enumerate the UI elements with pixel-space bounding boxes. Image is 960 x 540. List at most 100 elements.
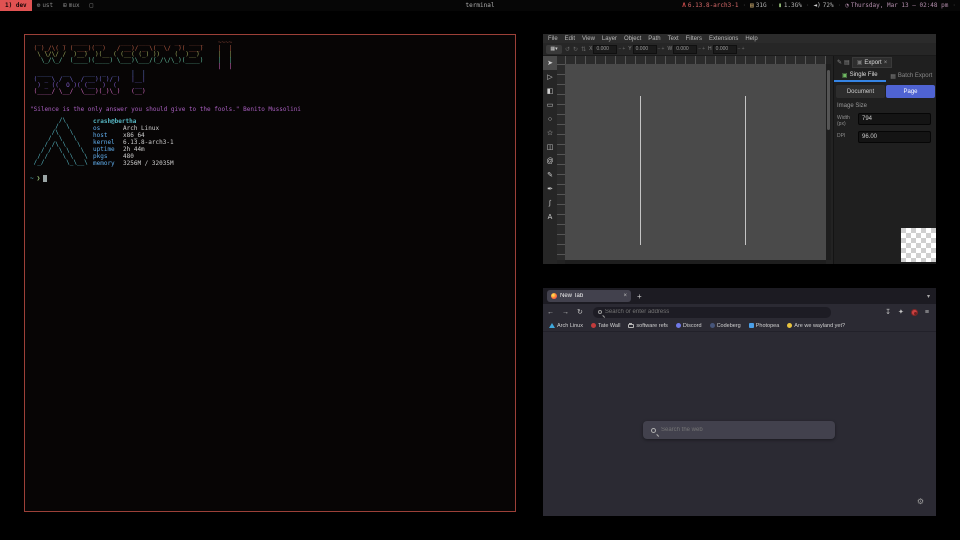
- stepper-plus[interactable]: +: [742, 46, 745, 52]
- bookmark-are-we-wayland-yet[interactable]: Are we wayland yet?: [787, 323, 845, 329]
- y-input[interactable]: 0.000: [633, 45, 657, 54]
- page-button[interactable]: Page: [886, 85, 935, 98]
- star-tool[interactable]: ☆: [543, 126, 557, 140]
- export-panel: ✎ ▤ ▣ Export × ▣ Single File ▦ Ba: [833, 56, 936, 264]
- shape-builder-tool[interactable]: ◧: [543, 84, 557, 98]
- selector-options-button[interactable]: ▦▾: [546, 45, 562, 54]
- stepper-minus[interactable]: −: [698, 46, 701, 52]
- menu-object[interactable]: Object: [621, 36, 644, 42]
- layers-icon[interactable]: ▤: [844, 59, 850, 66]
- inkscape-window[interactable]: File Edit View Layer Object Path Text Fi…: [543, 34, 936, 264]
- node-tool[interactable]: ▷: [543, 70, 557, 84]
- fetch-label: kernel: [93, 139, 123, 146]
- clock-module: ◔ Thursday, Mar 13 — 02:48 pm: [845, 2, 948, 9]
- stepper-plus[interactable]: +: [662, 46, 665, 52]
- menu-path[interactable]: Path: [645, 36, 663, 42]
- stepper-minus[interactable]: −: [738, 46, 741, 52]
- active-tab[interactable]: New Tab ×: [547, 290, 631, 302]
- bookmark-label: software refs: [636, 323, 667, 329]
- forward-button[interactable]: →: [558, 309, 573, 316]
- vertical-scrollbar[interactable]: [826, 64, 831, 260]
- width-row: Width (px) 794: [834, 113, 937, 127]
- gear-icon[interactable]: ⚙: [917, 497, 924, 506]
- x-input[interactable]: 0.000: [593, 45, 617, 54]
- rotate-cw-icon[interactable]: ↻: [573, 46, 578, 53]
- close-tab-icon[interactable]: ×: [623, 293, 627, 299]
- web-search-input[interactable]: [661, 427, 827, 433]
- vertical-ruler: [557, 64, 565, 260]
- scrollbar-thumb[interactable]: [827, 70, 830, 130]
- menu-view[interactable]: View: [579, 36, 598, 42]
- menu-help[interactable]: Help: [742, 36, 760, 42]
- w-field: W 0.000 − +: [667, 45, 705, 54]
- ellipse-tool[interactable]: ○: [543, 112, 557, 126]
- bookmark-photopea[interactable]: Photopea: [749, 323, 780, 329]
- address-input[interactable]: [605, 309, 826, 315]
- rotate-ccw-icon[interactable]: ↺: [565, 46, 570, 53]
- extension-icon[interactable]: ✦: [898, 308, 904, 316]
- bookmark-folder-software-refs[interactable]: software refs: [628, 323, 667, 329]
- box3d-tool[interactable]: ◫: [543, 140, 557, 154]
- stepper-plus[interactable]: +: [702, 46, 705, 52]
- rectangle-tool[interactable]: ▭: [543, 98, 557, 112]
- list-tabs-chevron-icon[interactable]: ▾: [927, 293, 930, 300]
- menu-filters[interactable]: Filters: [683, 36, 705, 42]
- volume-module[interactable]: ◄) 72%: [814, 2, 834, 9]
- separator: ·: [742, 2, 746, 9]
- ascii-art-back: ____ __ ___ _ _ | | ( _ \ / \ / __)( )/ …: [30, 71, 146, 95]
- url-bar[interactable]: [593, 307, 831, 318]
- shell-prompt[interactable]: ~ ❯: [30, 175, 47, 182]
- close-icon[interactable]: ×: [884, 60, 888, 66]
- menu-text[interactable]: Text: [665, 36, 682, 42]
- export-dpi-input[interactable]: 96.00: [858, 131, 931, 143]
- pen-tool[interactable]: ✒: [543, 182, 557, 196]
- menu-edit[interactable]: Edit: [562, 36, 578, 42]
- batch-export-tab[interactable]: ▦ Batch Export: [886, 70, 938, 82]
- terminal-window[interactable]: _ _ ____ __ ___ ___ __ __ ____ ~~~~ ( )_…: [24, 34, 516, 512]
- horizontal-scrollbar[interactable]: [565, 260, 826, 264]
- stepper-minus[interactable]: −: [658, 46, 661, 52]
- bookmark-label: Are we wayland yet?: [794, 323, 845, 329]
- workspace-mux[interactable]: ⊞ mux: [58, 0, 84, 11]
- width-input[interactable]: 0.000: [673, 45, 697, 54]
- export-tab[interactable]: ▣ Export ×: [852, 57, 893, 68]
- user-host: crash@bertha: [93, 118, 174, 125]
- workspace-ust[interactable]: ⚙ ust: [32, 0, 58, 11]
- new-tab-button[interactable]: +: [637, 292, 642, 301]
- calligraphy-tool[interactable]: ∫: [543, 196, 557, 210]
- panel-tab-row: ✎ ▤ ▣ Export ×: [834, 56, 937, 69]
- stepper-minus[interactable]: −: [618, 46, 621, 52]
- square-icon: □: [90, 2, 94, 9]
- reload-button[interactable]: ↻: [573, 308, 587, 316]
- document-button[interactable]: Document: [836, 85, 885, 98]
- pencil-tool[interactable]: ✎: [543, 168, 557, 182]
- menu-icon[interactable]: ≡: [925, 309, 929, 316]
- text-tool[interactable]: A: [543, 210, 557, 224]
- stepper-plus[interactable]: +: [622, 46, 625, 52]
- bookmark-discord[interactable]: Discord: [676, 323, 702, 329]
- menu-extensions[interactable]: Extensions: [706, 36, 741, 42]
- workspace-dev[interactable]: 1) dev: [0, 0, 32, 11]
- single-file-tab[interactable]: ▣ Single File: [834, 70, 886, 82]
- pencil-icon[interactable]: ✎: [837, 59, 842, 66]
- browser-window[interactable]: New Tab × + ▾ ← → ↻ ↧ ✦ ≡ Arch L: [543, 288, 936, 516]
- favicon: [676, 323, 681, 328]
- height-input[interactable]: 0.000: [713, 45, 737, 54]
- web-search-box[interactable]: [643, 421, 835, 439]
- workspace-scratch[interactable]: □: [85, 0, 99, 11]
- canvas[interactable]: [565, 64, 826, 260]
- export-width-input[interactable]: 794: [858, 113, 931, 125]
- spiral-tool[interactable]: @: [543, 154, 557, 168]
- export-icon: ▣: [857, 59, 863, 66]
- menu-layer[interactable]: Layer: [599, 36, 620, 42]
- downloads-icon[interactable]: ↧: [885, 308, 891, 316]
- selector-tool[interactable]: ➤: [543, 56, 557, 70]
- fetch-value: 2h 44m: [123, 146, 145, 153]
- menu-file[interactable]: File: [545, 36, 561, 42]
- back-button[interactable]: ←: [543, 309, 558, 316]
- red-extension-icon[interactable]: [911, 309, 918, 316]
- flip-icon[interactable]: ⇅: [581, 46, 586, 53]
- bookmark-codeberg[interactable]: Codeberg: [710, 323, 741, 329]
- bookmark-tate-wall[interactable]: Tate Wall: [591, 323, 620, 329]
- bookmark-arch-linux[interactable]: Arch Linux: [549, 323, 583, 329]
